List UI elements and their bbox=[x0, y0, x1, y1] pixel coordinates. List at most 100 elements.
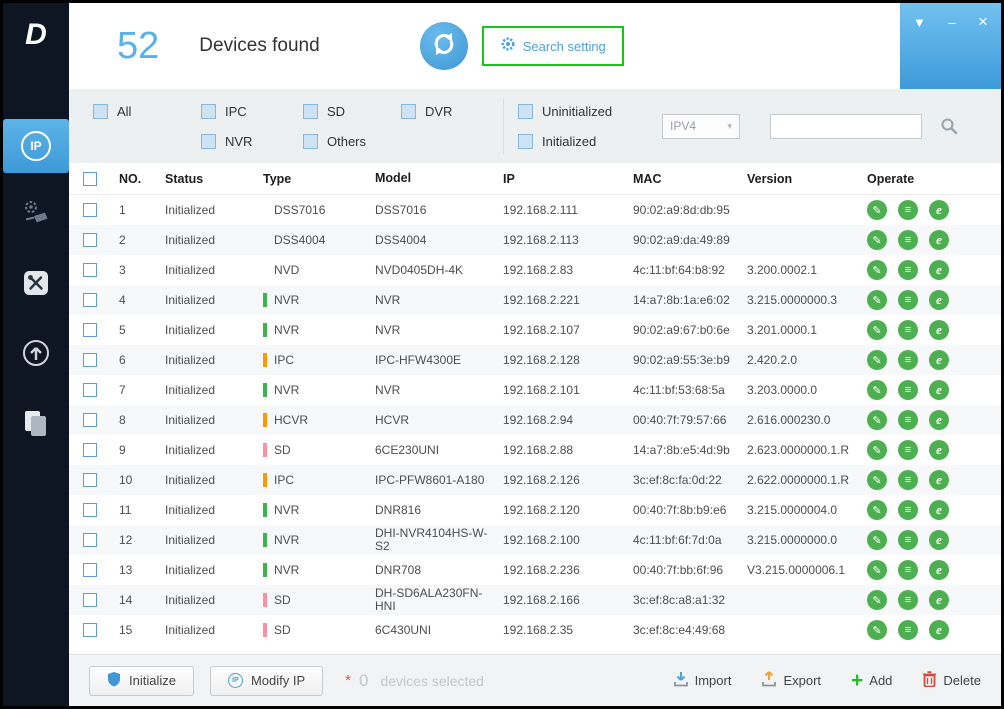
details-icon[interactable]: ≡ bbox=[898, 620, 918, 640]
edit-icon[interactable]: ✎ bbox=[867, 440, 887, 460]
filter-initialized[interactable]: Initialized bbox=[518, 126, 646, 156]
edit-icon[interactable]: ✎ bbox=[867, 290, 887, 310]
filter-ipc[interactable]: IPC bbox=[201, 96, 303, 126]
web-login-icon[interactable]: e bbox=[929, 410, 949, 430]
row-checkbox[interactable] bbox=[83, 323, 97, 337]
details-icon[interactable]: ≡ bbox=[898, 200, 918, 220]
row-checkbox[interactable] bbox=[83, 473, 97, 487]
initialize-button[interactable]: Initialize bbox=[89, 666, 194, 696]
row-checkbox[interactable] bbox=[83, 233, 97, 247]
details-icon[interactable]: ≡ bbox=[898, 560, 918, 580]
web-login-icon[interactable]: e bbox=[929, 260, 949, 280]
web-login-icon[interactable]: e bbox=[929, 320, 949, 340]
refresh-button[interactable] bbox=[420, 22, 468, 70]
edit-icon[interactable]: ✎ bbox=[867, 530, 887, 550]
web-login-icon[interactable]: e bbox=[929, 380, 949, 400]
edit-icon[interactable]: ✎ bbox=[867, 320, 887, 340]
minimize-button[interactable]: – bbox=[948, 15, 955, 89]
filter-sd[interactable]: SD bbox=[303, 96, 401, 126]
search-input[interactable] bbox=[770, 114, 922, 139]
details-icon[interactable]: ≡ bbox=[898, 440, 918, 460]
filter-uninitialized[interactable]: Uninitialized bbox=[518, 96, 646, 126]
row-type: IPC bbox=[263, 473, 375, 487]
edit-icon[interactable]: ✎ bbox=[867, 380, 887, 400]
filter-others[interactable]: Others bbox=[303, 126, 401, 156]
filter-nvr[interactable]: NVR bbox=[201, 126, 303, 156]
row-checkbox[interactable] bbox=[83, 623, 97, 637]
filter-all[interactable]: All bbox=[93, 96, 201, 126]
edit-icon[interactable]: ✎ bbox=[867, 260, 887, 280]
edit-icon[interactable]: ✎ bbox=[867, 620, 887, 640]
modify-ip-button[interactable]: IP Modify IP bbox=[210, 666, 323, 696]
details-icon[interactable]: ≡ bbox=[898, 410, 918, 430]
web-login-icon[interactable]: e bbox=[929, 290, 949, 310]
edit-icon[interactable]: ✎ bbox=[867, 200, 887, 220]
edit-icon[interactable]: ✎ bbox=[867, 470, 887, 490]
web-login-icon[interactable]: e bbox=[929, 440, 949, 460]
sidebar-item-system-settings[interactable] bbox=[3, 261, 69, 309]
checkbox-ipc[interactable] bbox=[201, 104, 216, 119]
edit-icon[interactable]: ✎ bbox=[867, 410, 887, 430]
details-icon[interactable]: ≡ bbox=[898, 380, 918, 400]
checkbox-nvr[interactable] bbox=[201, 134, 216, 149]
edit-icon[interactable]: ✎ bbox=[867, 350, 887, 370]
row-model: HCVR bbox=[375, 414, 503, 427]
ip-version-select[interactable]: IPV4 ▾ bbox=[662, 114, 740, 139]
row-checkbox[interactable] bbox=[83, 293, 97, 307]
row-checkbox[interactable] bbox=[83, 203, 97, 217]
close-button[interactable]: × bbox=[978, 15, 988, 89]
checkbox-initialized[interactable] bbox=[518, 134, 533, 149]
web-login-icon[interactable]: e bbox=[929, 620, 949, 640]
checkbox-others[interactable] bbox=[303, 134, 318, 149]
row-checkbox[interactable] bbox=[83, 263, 97, 277]
export-button[interactable]: Export bbox=[761, 671, 821, 690]
menu-dropdown-icon[interactable]: ▼ bbox=[913, 15, 926, 89]
web-login-icon[interactable]: e bbox=[929, 350, 949, 370]
web-login-icon[interactable]: e bbox=[929, 590, 949, 610]
import-button[interactable]: Import bbox=[673, 671, 732, 690]
edit-icon[interactable]: ✎ bbox=[867, 500, 887, 520]
details-icon[interactable]: ≡ bbox=[898, 530, 918, 550]
search-setting-button[interactable]: Search setting bbox=[482, 26, 624, 66]
row-checkbox[interactable] bbox=[83, 353, 97, 367]
checkbox-sd[interactable] bbox=[303, 104, 318, 119]
web-login-icon[interactable]: e bbox=[929, 230, 949, 250]
edit-icon[interactable]: ✎ bbox=[867, 590, 887, 610]
details-icon[interactable]: ≡ bbox=[898, 290, 918, 310]
row-checkbox[interactable] bbox=[83, 503, 97, 517]
details-icon[interactable]: ≡ bbox=[898, 320, 918, 340]
details-icon[interactable]: ≡ bbox=[898, 590, 918, 610]
row-checkbox[interactable] bbox=[83, 533, 97, 547]
add-button[interactable]: + Add bbox=[851, 673, 892, 689]
web-login-icon[interactable]: e bbox=[929, 530, 949, 550]
sidebar-item-device-config[interactable] bbox=[3, 191, 69, 239]
checkbox-dvr[interactable] bbox=[401, 104, 416, 119]
checkbox-all[interactable] bbox=[93, 104, 108, 119]
row-checkbox[interactable] bbox=[83, 593, 97, 607]
row-checkbox[interactable] bbox=[83, 413, 97, 427]
edit-icon[interactable]: ✎ bbox=[867, 560, 887, 580]
main-panel: 52 Devices found bbox=[69, 3, 1001, 706]
web-login-icon[interactable]: e bbox=[929, 200, 949, 220]
web-login-icon[interactable]: e bbox=[929, 470, 949, 490]
details-icon[interactable]: ≡ bbox=[898, 260, 918, 280]
web-login-icon[interactable]: e bbox=[929, 560, 949, 580]
details-icon[interactable]: ≡ bbox=[898, 230, 918, 250]
row-checkbox[interactable] bbox=[83, 443, 97, 457]
delete-button[interactable]: Delete bbox=[922, 671, 981, 690]
sidebar-item-device-search[interactable]: IP bbox=[3, 119, 69, 173]
sidebar-item-upgrade[interactable] bbox=[3, 331, 69, 379]
select-all-checkbox[interactable] bbox=[83, 172, 97, 186]
details-icon[interactable]: ≡ bbox=[898, 350, 918, 370]
search-icon[interactable] bbox=[940, 117, 958, 135]
details-icon[interactable]: ≡ bbox=[898, 470, 918, 490]
row-checkbox[interactable] bbox=[83, 383, 97, 397]
filter-dvr[interactable]: DVR bbox=[401, 96, 489, 126]
web-login-icon[interactable]: e bbox=[929, 500, 949, 520]
row-checkbox[interactable] bbox=[83, 563, 97, 577]
checkbox-uninitialized[interactable] bbox=[518, 104, 533, 119]
edit-icon[interactable]: ✎ bbox=[867, 230, 887, 250]
row-no: 10 bbox=[119, 473, 165, 487]
sidebar-item-logs[interactable] bbox=[3, 401, 69, 449]
details-icon[interactable]: ≡ bbox=[898, 500, 918, 520]
